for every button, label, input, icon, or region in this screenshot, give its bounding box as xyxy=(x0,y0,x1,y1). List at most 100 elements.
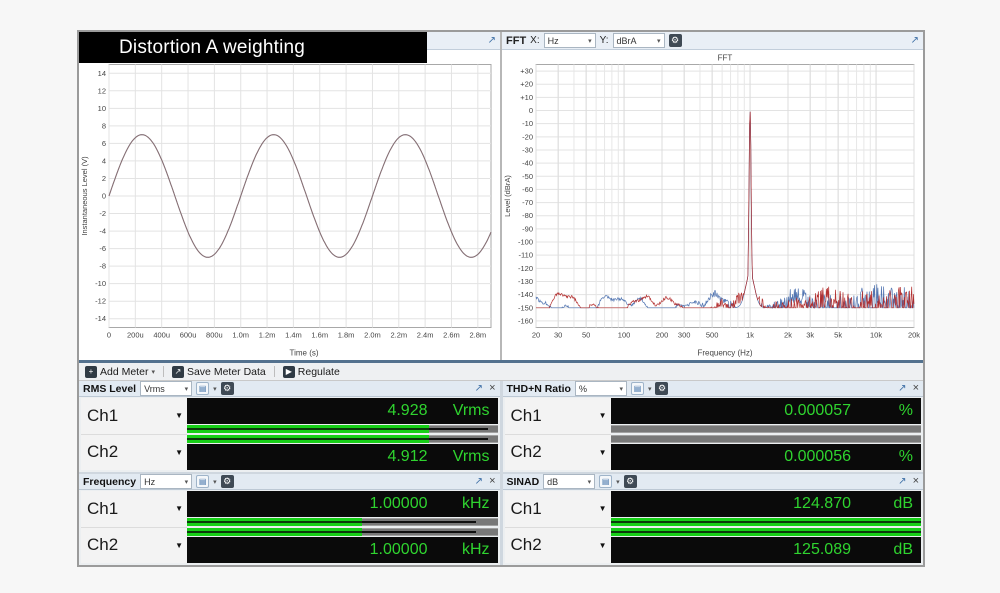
meter-body: Ch1 ▼ Ch2 ▼ 0.000057 % xyxy=(503,397,924,472)
svg-text:-12: -12 xyxy=(95,297,106,306)
channel-label: Ch2 xyxy=(511,535,542,555)
unit-select[interactable]: dB ▾ xyxy=(543,474,595,489)
close-icon[interactable]: × xyxy=(911,476,919,487)
meter-body: Ch1 ▼ Ch2 ▼ 124.870 dB xyxy=(503,490,924,565)
channel-label: Ch2 xyxy=(511,442,542,462)
meter-value: 0.000056 xyxy=(611,448,852,466)
bar-display-icon[interactable]: ▤ xyxy=(599,475,612,488)
fft-x-unit-value: Hz xyxy=(548,36,559,46)
popout-icon[interactable]: ↗ xyxy=(475,477,483,487)
channel-selector-ch1[interactable]: Ch1 ▼ xyxy=(81,491,187,527)
svg-text:-100: -100 xyxy=(518,238,533,247)
meter-unit: dB xyxy=(851,495,921,513)
level-bar-ch1 xyxy=(187,425,498,433)
fft-y-unit-select[interactable]: dBrA ▾ xyxy=(613,33,665,48)
meter-unit: % xyxy=(851,402,921,420)
page: ↗ -14-12-10-8-6-4-2024681012140200u400u6… xyxy=(0,0,1000,593)
fft-x-label: X: xyxy=(530,35,539,46)
meter-value: 124.870 xyxy=(611,495,852,513)
unit-value: dB xyxy=(547,477,558,487)
svg-text:1.8m: 1.8m xyxy=(338,331,355,340)
popout-icon[interactable]: ↗ xyxy=(898,384,906,394)
meter-unit: kHz xyxy=(428,541,498,559)
play-icon: ▶ xyxy=(283,366,295,378)
fft-x-unit-select[interactable]: Hz ▾ xyxy=(544,33,596,48)
chevron-down-icon: ▾ xyxy=(213,385,217,393)
meter-value: 1.00000 xyxy=(187,541,428,559)
svg-text:-10: -10 xyxy=(522,119,533,128)
svg-text:-2: -2 xyxy=(99,209,106,218)
settings-icon[interactable]: ⚙ xyxy=(221,382,234,395)
svg-text:50: 50 xyxy=(582,331,590,340)
channel-selector-ch2[interactable]: Ch2 ▼ xyxy=(505,434,611,471)
channel-label: Ch1 xyxy=(87,406,118,426)
popout-icon[interactable]: ↗ xyxy=(898,477,906,487)
settings-icon[interactable]: ⚙ xyxy=(624,475,637,488)
unit-select[interactable]: Vrms ▾ xyxy=(140,381,192,396)
meter-header: RMS Level Vrms ▾ ▤ ▾ ⚙ ↗ × xyxy=(79,381,500,397)
add-meter-button[interactable]: + Add Meter ▾ xyxy=(83,366,157,378)
settings-icon[interactable]: ⚙ xyxy=(221,475,234,488)
svg-text:-90: -90 xyxy=(522,224,533,233)
close-icon[interactable]: × xyxy=(487,476,495,487)
channel-selector-ch1[interactable]: Ch1 ▼ xyxy=(505,398,611,434)
svg-text:-80: -80 xyxy=(522,211,533,220)
chevron-down-icon: ▼ xyxy=(175,448,183,457)
meter-unit: Vrms xyxy=(428,448,498,466)
chevron-down-icon: ▾ xyxy=(657,37,661,45)
bar-display-icon[interactable]: ▤ xyxy=(631,382,644,395)
svg-text:-4: -4 xyxy=(99,227,106,236)
meter-toolbar: + Add Meter ▾ ↗ Save Meter Data ▶ Regula… xyxy=(79,363,923,381)
meter-panel-frequency: Frequency Hz ▾ ▤ ▾ ⚙ ↗ × Ch1 xyxy=(79,474,500,565)
bar-display-icon[interactable]: ▤ xyxy=(196,382,209,395)
svg-text:20: 20 xyxy=(532,331,540,340)
meter-unit: kHz xyxy=(428,495,498,513)
unit-select[interactable]: Hz ▾ xyxy=(140,474,192,489)
close-icon[interactable]: × xyxy=(487,383,495,394)
channel-selector-ch2[interactable]: Ch2 ▼ xyxy=(505,527,611,564)
svg-text:0: 0 xyxy=(107,331,111,340)
meter-panel-rms-level: RMS Level Vrms ▾ ▤ ▾ ⚙ ↗ × Ch1 xyxy=(79,381,500,472)
save-meter-data-button[interactable]: ↗ Save Meter Data xyxy=(170,366,268,378)
popout-icon[interactable]: ↗ xyxy=(488,36,496,46)
meter-header: THD+N Ratio % ▾ ▤ ▾ ⚙ ↗ × xyxy=(503,381,924,397)
svg-text:-50: -50 xyxy=(522,172,533,181)
meter-display-ch1: 1.00000 kHz xyxy=(187,491,498,517)
channel-label: Ch2 xyxy=(87,535,118,555)
meter-bars xyxy=(187,424,498,444)
meter-unit: Vrms xyxy=(428,402,498,420)
svg-text:-130: -130 xyxy=(518,277,533,286)
chevron-down-icon: ▼ xyxy=(599,448,607,457)
svg-text:300: 300 xyxy=(678,331,691,340)
svg-text:14: 14 xyxy=(98,69,106,78)
toolbar-separator xyxy=(163,366,164,377)
meter-title: SINAD xyxy=(507,476,540,488)
unit-select[interactable]: % ▾ xyxy=(575,381,627,396)
svg-text:6: 6 xyxy=(102,139,106,148)
svg-text:-20: -20 xyxy=(522,132,533,141)
chevron-down-icon: ▾ xyxy=(619,385,623,393)
channel-label: Ch1 xyxy=(87,499,118,519)
svg-text:Time (s): Time (s) xyxy=(289,349,318,358)
channel-selector-ch2[interactable]: Ch2 ▼ xyxy=(81,434,187,471)
meter-display-ch1: 124.870 dB xyxy=(611,491,922,517)
settings-icon[interactable]: ⚙ xyxy=(655,382,668,395)
chevron-down-icon: ▾ xyxy=(588,478,592,486)
meter-display-ch2: 125.089 dB xyxy=(611,537,922,563)
svg-text:2.8m: 2.8m xyxy=(469,331,486,340)
settings-icon[interactable]: ⚙ xyxy=(669,34,682,47)
fft-panel: FFT X: Hz ▾ Y: dBrA ▾ ⚙ ↗ FFT+30+20+100- xyxy=(502,32,923,360)
fft-panel-header: FFT X: Hz ▾ Y: dBrA ▾ ⚙ ↗ xyxy=(502,32,923,50)
regulate-button[interactable]: ▶ Regulate xyxy=(281,366,342,378)
svg-text:10k: 10k xyxy=(870,331,882,340)
popout-icon[interactable]: ↗ xyxy=(475,384,483,394)
meter-value: 4.928 xyxy=(187,402,428,420)
unit-value: % xyxy=(579,384,587,394)
svg-text:500: 500 xyxy=(706,331,719,340)
close-icon[interactable]: × xyxy=(911,383,919,394)
popout-icon[interactable]: ↗ xyxy=(911,36,919,46)
channel-selector-ch1[interactable]: Ch1 ▼ xyxy=(505,491,611,527)
channel-selector-ch2[interactable]: Ch2 ▼ xyxy=(81,527,187,564)
bar-display-icon[interactable]: ▤ xyxy=(196,475,209,488)
channel-selector-ch1[interactable]: Ch1 ▼ xyxy=(81,398,187,434)
